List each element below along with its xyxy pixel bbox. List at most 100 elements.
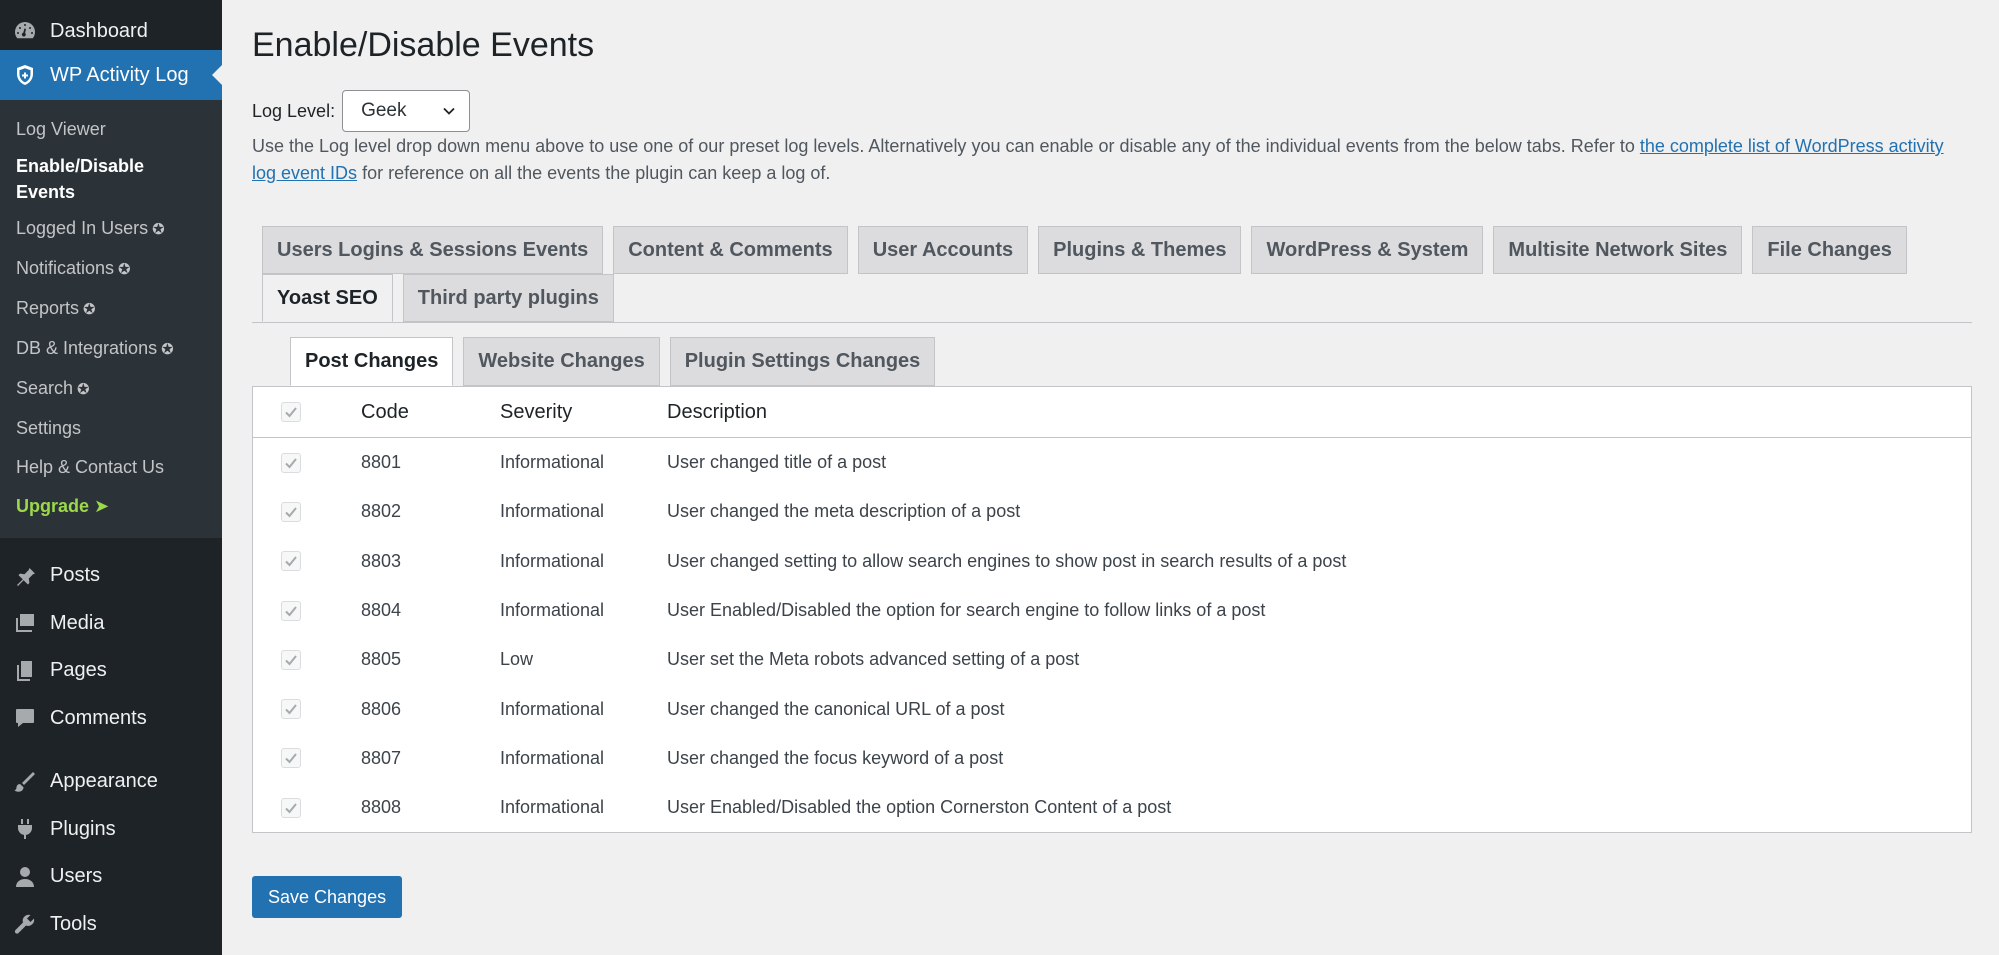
submenu-label: Logged In Users <box>16 218 149 238</box>
table-row: 8803 Informational User changed setting … <box>253 537 1971 586</box>
premium-star-icon: ✪ <box>77 381 90 398</box>
table-row: 8805 Low User set the Meta robots advanc… <box>253 635 1971 684</box>
event-severity: Informational <box>500 747 605 768</box>
menu-users[interactable]: Users <box>0 853 222 901</box>
event-checkbox[interactable] <box>281 551 301 572</box>
submenu-reports[interactable]: Reports ✪ <box>0 289 222 329</box>
log-level-select[interactable]: Geek <box>342 90 471 132</box>
tab-wordpress-system[interactable]: WordPress & System <box>1251 226 1484 274</box>
tab-yoast-seo[interactable]: Yoast SEO <box>262 274 393 322</box>
submenu-settings[interactable]: Settings <box>0 409 222 448</box>
event-checkbox[interactable] <box>281 699 301 720</box>
premium-star-icon: ✪ <box>118 261 131 278</box>
subtab-post-changes[interactable]: Post Changes <box>290 337 454 386</box>
submenu-upgrade[interactable]: Upgrade ➤ <box>0 487 222 526</box>
pin-icon <box>12 563 38 589</box>
chevron-down-icon <box>443 107 455 115</box>
checkmark-icon <box>285 507 297 518</box>
tab-third-party-plugins[interactable]: Third party plugins <box>402 274 614 322</box>
event-code: 8805 <box>361 649 402 670</box>
menu-label: Appearance <box>50 770 158 793</box>
premium-star-icon: ✪ <box>83 301 96 318</box>
tab-users-logins[interactable]: Users Logins & Sessions Events <box>262 226 604 274</box>
checkmark-icon <box>285 753 297 764</box>
submenu-label: Enable/Disable Events <box>16 156 145 202</box>
submenu-help-contact[interactable]: Help & Contact Us <box>0 448 222 487</box>
submenu-label: DB & Integrations <box>16 338 158 358</box>
subtab-plugin-settings-changes[interactable]: Plugin Settings Changes <box>669 337 936 386</box>
menu-label: Tools <box>50 912 97 935</box>
premium-star-icon: ✪ <box>161 341 174 358</box>
tab-plugins-themes[interactable]: Plugins & Themes <box>1038 226 1242 274</box>
yoast-subtabs: Post Changes Website Changes Plugin Sett… <box>290 337 945 386</box>
event-code: 8807 <box>361 747 402 768</box>
col-header-code: Code <box>361 400 409 423</box>
event-description: User changed setting to allow search eng… <box>667 550 1347 571</box>
event-severity: Informational <box>500 550 605 571</box>
menu-media[interactable]: Media <box>0 600 222 648</box>
intro-text-start: Use the Log level drop down menu above t… <box>252 136 1640 156</box>
table-row: 8806 Informational User changed the cano… <box>253 684 1971 733</box>
comment-icon <box>12 705 38 731</box>
admin-sidebar: Dashboard WP Activity Log Log Viewer Ena… <box>0 0 222 955</box>
subtab-website-changes[interactable]: Website Changes <box>463 337 660 386</box>
plugin-submenu: Log Viewer Enable/Disable Events Logged … <box>0 100 222 538</box>
menu-tools[interactable]: Tools <box>0 901 222 949</box>
menu-label: Posts <box>50 564 101 587</box>
menu-plugins[interactable]: Plugins <box>0 806 222 854</box>
menu-label: Pages <box>50 659 107 682</box>
submenu-label: Notifications <box>16 258 115 278</box>
tab-row-2: Yoast SEO Third party plugins <box>262 274 1972 322</box>
tab-file-changes[interactable]: File Changes <box>1752 226 1907 274</box>
event-checkbox[interactable] <box>281 501 301 522</box>
event-severity: Informational <box>500 452 605 473</box>
log-level-label: Log Level: <box>252 100 336 121</box>
tab-content-comments[interactable]: Content & Comments <box>613 226 848 274</box>
menu-posts[interactable]: Posts <box>0 552 222 600</box>
menu-appearance[interactable]: Appearance <box>0 758 222 806</box>
event-checkbox[interactable] <box>281 600 301 621</box>
event-description: User set the Meta robots advanced settin… <box>667 649 1080 670</box>
event-code: 8808 <box>361 797 402 818</box>
event-description: User changed the meta description of a p… <box>667 501 1021 522</box>
event-checkbox[interactable] <box>281 797 301 818</box>
wrench-icon <box>12 911 38 937</box>
menu-dashboard-label: Dashboard <box>50 19 148 42</box>
save-changes-button[interactable]: Save Changes <box>252 876 403 918</box>
event-code: 8802 <box>361 501 402 522</box>
plugin-icon <box>12 816 38 842</box>
submenu-label: Upgrade ➤ <box>16 496 110 516</box>
submenu-logged-in-users[interactable]: Logged In Users ✪ <box>0 209 222 249</box>
table-row: 8808 Informational User Enabled/Disabled… <box>253 783 1971 832</box>
event-checkbox[interactable] <box>281 452 301 473</box>
checkmark-icon <box>285 704 297 715</box>
submenu-notifications[interactable]: Notifications ✪ <box>0 249 222 289</box>
menu-wp-activity-log[interactable]: WP Activity Log <box>0 50 222 100</box>
submenu-db-integrations[interactable]: DB & Integrations ✪ <box>0 329 222 369</box>
submenu-label: Settings <box>16 418 82 438</box>
tab-multisite-network[interactable]: Multisite Network Sites <box>1493 226 1743 274</box>
tab-user-accounts[interactable]: User Accounts <box>857 226 1029 274</box>
event-description: User Enabled/Disabled the option for sea… <box>667 600 1266 621</box>
submenu-log-viewer[interactable]: Log Viewer <box>0 110 222 149</box>
checkmark-icon <box>285 458 297 469</box>
menu-dashboard[interactable]: Dashboard <box>0 12 222 50</box>
menu-label: Plugins <box>50 817 116 840</box>
table-row: 8807 Informational User changed the focu… <box>253 734 1971 783</box>
submenu-enable-disable-events[interactable]: Enable/Disable Events <box>0 149 222 209</box>
event-description: User Enabled/Disabled the option Corners… <box>667 797 1172 818</box>
event-checkbox[interactable] <box>281 649 301 670</box>
menu-pages[interactable]: Pages <box>0 647 222 695</box>
menu-comments[interactable]: Comments <box>0 695 222 743</box>
paintbrush-icon <box>12 769 38 795</box>
event-severity: Informational <box>500 600 605 621</box>
select-all-checkbox[interactable] <box>281 402 301 422</box>
event-description: User changed the canonical URL of a post <box>667 698 1005 719</box>
events-table: Code Severity Description 8801 Informati… <box>252 386 1972 834</box>
submenu-search[interactable]: Search ✪ <box>0 369 222 409</box>
event-checkbox[interactable] <box>281 748 301 769</box>
tab-row-1: Users Logins & Sessions Events Content &… <box>262 226 1972 274</box>
event-code: 8801 <box>361 452 402 473</box>
user-icon <box>12 864 38 890</box>
submenu-label: Reports <box>16 298 80 318</box>
